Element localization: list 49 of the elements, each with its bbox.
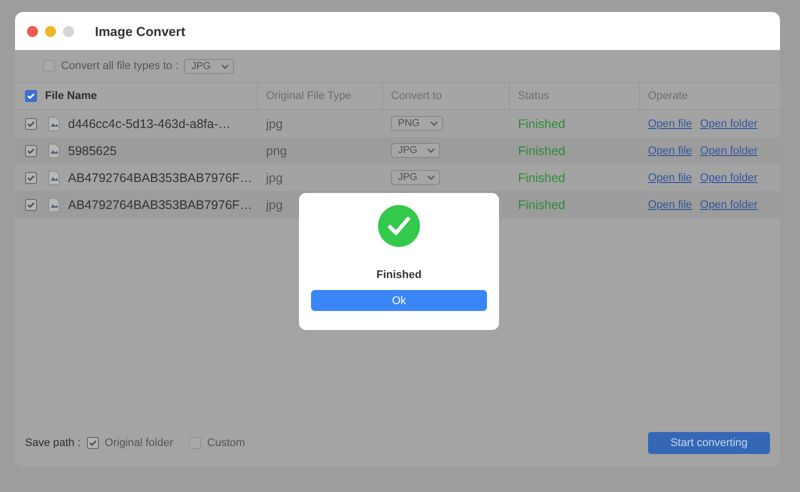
chevron-down-icon	[430, 121, 438, 126]
row-checkbox[interactable]	[25, 198, 37, 210]
checkmark-icon	[378, 205, 420, 247]
row-checkbox[interactable]	[25, 118, 37, 130]
chevron-down-icon	[427, 148, 436, 153]
action-link[interactable]: Open folder	[700, 172, 758, 184]
file-name: 5985625	[68, 144, 117, 158]
image-file-icon	[48, 196, 60, 212]
chevron-down-icon	[220, 64, 229, 68]
start-converting-button[interactable]: Start converting	[648, 432, 770, 454]
file-type: jpg	[266, 170, 283, 184]
option-label: Original folder	[104, 437, 174, 449]
action-link[interactable]: Open folder	[700, 144, 758, 156]
file-type: png	[266, 144, 287, 158]
row-checkbox[interactable]	[25, 172, 37, 184]
file-type: jpg	[266, 198, 283, 212]
ok-button[interactable]: Ok	[311, 290, 487, 311]
format-dropdown[interactable]: JPG	[391, 170, 440, 185]
file-type: jpg	[266, 116, 283, 130]
image-file-icon	[48, 170, 60, 186]
status-text: Finished	[518, 116, 566, 130]
save-path-label: Save path :	[25, 437, 81, 449]
select-all-checkbox[interactable]	[25, 90, 37, 102]
format-dropdown[interactable]: JPG	[184, 58, 234, 74]
file-name: AB4792764BAB353BAB7976F…	[68, 170, 252, 184]
status-text: Finished	[518, 144, 566, 158]
window-title: Image Convert	[95, 24, 186, 38]
option-label: Custom	[207, 437, 246, 449]
image-file-icon	[48, 142, 60, 158]
format-dropdown[interactable]: JPG	[391, 143, 440, 158]
action-link[interactable]: Open file	[648, 172, 692, 184]
row-checkbox[interactable]	[25, 144, 37, 156]
column-header: File Name	[45, 90, 97, 102]
action-link[interactable]: Open file	[648, 118, 692, 130]
action-link[interactable]: Open file	[648, 144, 692, 156]
option-checkbox[interactable]	[86, 437, 99, 449]
status-text: Finished	[518, 170, 566, 184]
format-dropdown[interactable]: PNG	[391, 116, 443, 131]
action-link[interactable]: Open file	[648, 198, 692, 210]
image-file-icon	[48, 116, 60, 132]
dialog-message: Finished	[376, 269, 422, 281]
action-link[interactable]: Open folder	[700, 198, 758, 210]
close-button[interactable]	[27, 26, 38, 36]
file-name: AB4792764BAB353BAB7976F…	[68, 198, 252, 212]
action-link[interactable]: Open folder	[700, 118, 758, 130]
file-name: d446cc4c-5d13-463d-a8fa-…	[68, 116, 231, 130]
chevron-down-icon	[427, 175, 436, 180]
status-text: Finished	[518, 198, 566, 212]
convert-all-label: Convert all file types to :	[61, 60, 178, 72]
